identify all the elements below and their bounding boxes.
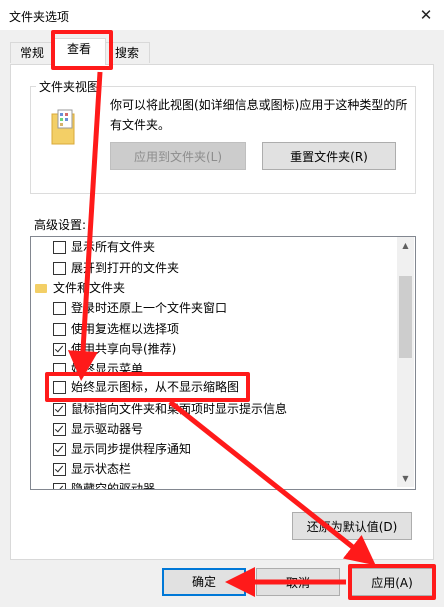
list-scrollbar[interactable] <box>397 237 414 487</box>
cancel-button[interactable]: 取消 <box>256 568 340 596</box>
folder-icon <box>35 284 47 293</box>
checkbox[interactable] <box>53 323 66 336</box>
list-item[interactable]: 展开到打开的文件夹 <box>53 258 179 278</box>
checkbox[interactable] <box>53 262 66 275</box>
window-title: 文件夹选项 <box>9 10 70 24</box>
ok-button[interactable]: 确定 <box>162 568 246 596</box>
list-item[interactable]: 隐藏空的驱动器 <box>53 479 155 489</box>
advanced-settings-list[interactable]: 显示所有文件夹 展开到打开的文件夹 文件和文件夹 登录时还原上一个文件夹窗口 使… <box>30 236 416 490</box>
list-item[interactable]: 使用共享向导(推荐) <box>53 339 176 359</box>
checkbox[interactable] <box>53 403 66 416</box>
checkbox[interactable] <box>53 302 66 315</box>
list-item[interactable]: 登录时还原上一个文件夹窗口 <box>53 298 227 318</box>
folder-view-icon <box>50 106 76 146</box>
scrollbar-thumb[interactable] <box>399 276 412 358</box>
checkbox[interactable] <box>53 343 66 356</box>
list-item[interactable]: 显示驱动器号 <box>53 419 143 439</box>
highlight-always-show-icons <box>45 372 250 402</box>
reset-folders-button[interactable]: 重置文件夹(R) <box>262 142 396 170</box>
checkbox[interactable] <box>53 241 66 254</box>
list-item[interactable]: 显示状态栏 <box>53 459 131 479</box>
checkbox[interactable] <box>53 463 66 476</box>
folder-view-title: 文件夹视图 <box>36 78 103 95</box>
list-item[interactable]: 显示所有文件夹 <box>53 237 155 257</box>
highlight-view-tab <box>51 30 113 70</box>
list-group-header: 文件和文件夹 <box>35 278 125 298</box>
advanced-settings-label: 高级设置: <box>34 218 87 232</box>
tab-general[interactable]: 常规 <box>10 42 54 63</box>
restore-defaults-button[interactable]: 还原为默认值(D) <box>292 512 412 540</box>
scroll-down-icon[interactable]: ▼ <box>397 470 414 487</box>
checkbox[interactable] <box>53 423 66 436</box>
checkbox[interactable] <box>53 443 66 456</box>
close-icon[interactable]: ✕ <box>414 4 438 26</box>
apply-to-folders-button[interactable]: 应用到文件夹(L) <box>110 142 246 170</box>
checkbox[interactable] <box>53 483 66 489</box>
highlight-apply-button <box>348 564 436 600</box>
list-item[interactable]: 使用复选框以选择项 <box>53 319 179 339</box>
scroll-up-icon[interactable]: ▲ <box>397 237 414 254</box>
list-item[interactable]: 鼠标指向文件夹和桌面项时显示提示信息 <box>53 399 287 419</box>
list-item[interactable]: 显示同步提供程序通知 <box>53 439 191 459</box>
folder-view-description: 你可以将此视图(如详细信息或图标)应用于这种类型的所有文件夹。 <box>110 98 408 132</box>
